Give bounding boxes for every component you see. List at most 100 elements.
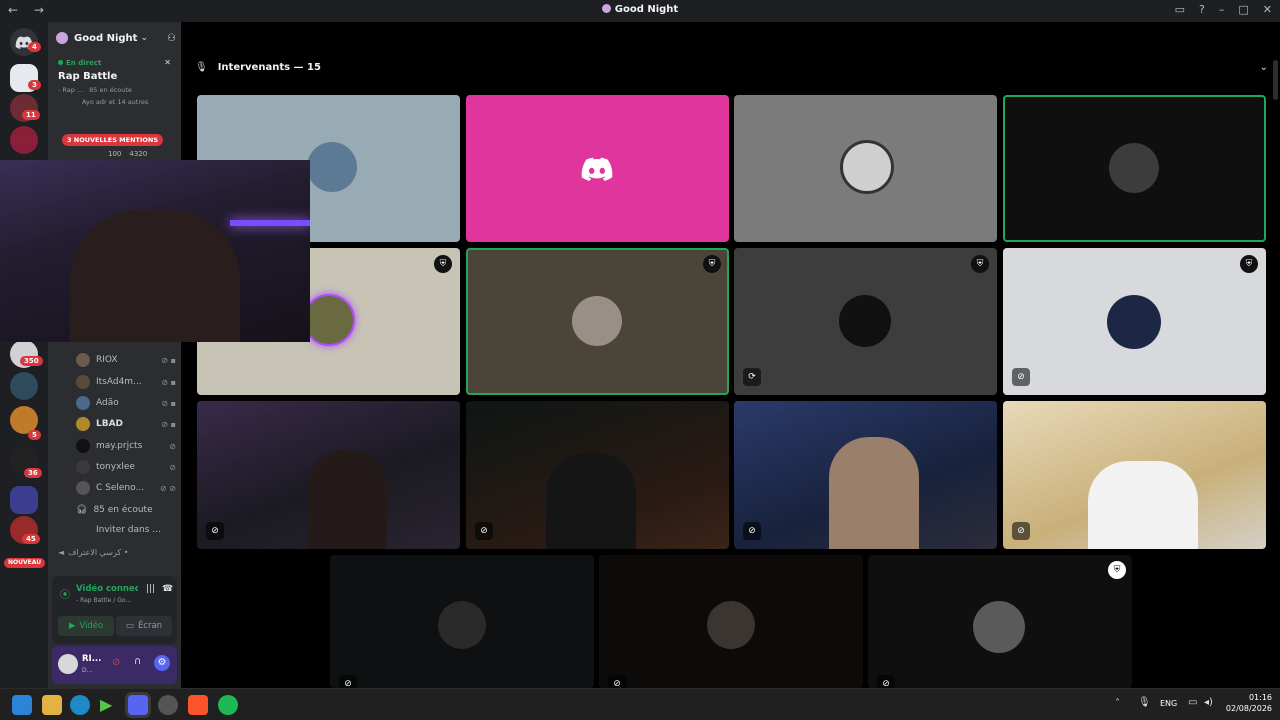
headphones-icon: 🎧︎ [76, 505, 88, 515]
mentions-pill[interactable]: 3 NOUVELLES MENTIONS [62, 134, 164, 146]
server-header[interactable]: Good Night ⌄ ⚇ [56, 29, 176, 47]
video-tile[interactable]: ⊘ [1003, 401, 1266, 549]
avatar [1107, 295, 1161, 349]
play-icon[interactable]: ▶ [100, 695, 120, 715]
speaker-tile[interactable]: ⊘ [330, 555, 594, 688]
inbox-icon[interactable]: ▭ [1175, 3, 1185, 16]
scrollbar[interactable] [1273, 60, 1278, 100]
voice-panel: ⦿ Vidéo connectée - Rap Battle / Go... |… [52, 576, 177, 644]
video-tile[interactable]: ⊘ [197, 401, 460, 549]
spotify-icon[interactable] [218, 695, 238, 715]
member-row[interactable]: RIOX ⊘ ▪ [76, 351, 176, 369]
video-tile[interactable]: ⊘ [466, 401, 729, 549]
person [546, 453, 636, 549]
avatar [973, 601, 1025, 653]
collapse-icon[interactable]: ⌄ [1260, 62, 1268, 73]
live-status: En direct [66, 58, 102, 67]
user-name[interactable]: RI... [82, 654, 101, 664]
tray-chevron-icon[interactable]: ˄ [1115, 698, 1120, 709]
server-3[interactable] [10, 126, 38, 154]
avatar [839, 295, 891, 347]
stage-listeners: 85 en écoute [89, 86, 132, 94]
mute-icon: ⊘ ▪ [161, 419, 176, 429]
server-5[interactable] [10, 372, 38, 400]
stage-channel: - Rap ... [58, 86, 84, 94]
mic-icon: 🎙︎ [195, 62, 208, 73]
speaker-tile[interactable]: ⛨ [466, 248, 729, 395]
chevron-down-icon: ⌄ [140, 33, 148, 43]
settings-icon[interactable]: ⚙ [154, 655, 170, 671]
video-button[interactable]: ▶ Vidéo [58, 616, 114, 636]
volume-icon[interactable]: ◂) [1204, 697, 1213, 708]
speaker-tile[interactable] [1003, 95, 1266, 242]
screen-button[interactable]: ▭ Écran [116, 616, 172, 636]
speaker-tile[interactable]: ⛨ ⊘ [868, 555, 1132, 688]
network-icon[interactable]: ▭ [1188, 697, 1197, 708]
window-title-text: Good Night [614, 4, 679, 15]
pip-neon-light [230, 220, 310, 226]
avatar [1109, 143, 1159, 193]
member-row[interactable]: tonyxlee ⊘ [76, 458, 176, 476]
stats-row: 100 4320 [108, 150, 147, 158]
member-row[interactable]: may.prjcts ⊘ [76, 437, 176, 455]
shield-icon: ⛨ [971, 255, 989, 273]
member-row[interactable]: Adão ⊘ ▪ [76, 394, 176, 412]
time: 01:16 [1248, 693, 1272, 702]
mute-icon: ⊘ [1012, 368, 1030, 386]
headphones-icon[interactable]: ∩ [134, 656, 141, 667]
mute-icon: ⊘ [877, 675, 895, 688]
maximize-button[interactable]: □ [1238, 3, 1248, 16]
live-stage-card[interactable]: En direct ✕ Rap Battle - Rap ... 85 en é… [52, 54, 177, 152]
noise-icon[interactable]: ||| [146, 584, 155, 594]
camera-count: 100 [108, 150, 122, 158]
mic-tray-icon[interactable]: 🎙︎ [1138, 697, 1151, 708]
minimize-button[interactable]: – [1219, 3, 1225, 16]
edge-icon[interactable] [70, 695, 90, 715]
user-count: 4320 [129, 150, 148, 158]
discord-taskbar-icon[interactable] [128, 695, 148, 715]
server-badge: 45 [22, 534, 40, 544]
listening-row: 🎧︎ 85 en écoute [76, 501, 176, 519]
video-label: Vidéo [79, 621, 104, 631]
app-icon[interactable] [158, 695, 178, 715]
language-indicator[interactable]: ENG [1160, 699, 1177, 708]
mute-icon: ⊘ [608, 675, 626, 688]
mute-mic-icon[interactable]: ⊘ [112, 657, 120, 668]
file-explorer-icon[interactable] [42, 695, 62, 715]
disconnect-icon[interactable]: ☎ [162, 584, 173, 594]
member-row[interactable]: LBAD ⊘ ▪ [76, 415, 176, 433]
help-icon[interactable]: ? [1199, 3, 1205, 16]
server-badge: 350 [20, 356, 43, 366]
add-member-icon[interactable]: ⚇ [167, 33, 176, 44]
speaker-tile[interactable]: ⊘ [599, 555, 863, 688]
speaker-tile[interactable]: ⛨ ⟳ [734, 248, 997, 395]
mute-icon: ⊘ [1012, 522, 1030, 540]
avatar [707, 601, 755, 649]
clock[interactable]: 01:16 02/08/2026 [1224, 692, 1272, 714]
close-icon[interactable]: ✕ [164, 58, 171, 67]
member-name: may.prjcts [96, 441, 143, 451]
server-folder[interactable] [10, 486, 38, 514]
arabic-channel[interactable]: ◄ كرسي الاعتراف • [58, 548, 128, 557]
brave-icon[interactable] [188, 695, 208, 715]
avatar [840, 140, 894, 194]
member-name: LBAD [96, 419, 124, 429]
speaker-tile[interactable] [734, 95, 997, 242]
member-row[interactable]: C Seleno... ⊘ ⊘ [76, 479, 176, 497]
voice-status[interactable]: Vidéo connectée [76, 584, 138, 594]
video-tile[interactable]: ⊘ [734, 401, 997, 549]
speaker-tile[interactable] [466, 95, 729, 242]
arabic-channel-name: كرسي الاعتراف • [68, 548, 129, 557]
picture-in-picture[interactable] [0, 160, 310, 342]
screen-icon: ▭ [125, 621, 134, 631]
mute-icon: ⊘ [169, 441, 176, 451]
windows-icon[interactable] [12, 695, 32, 715]
window-controls: ▭ ? – □ ✕ [1175, 3, 1272, 16]
avatar[interactable] [58, 654, 78, 674]
close-button[interactable]: ✕ [1263, 3, 1272, 16]
title-bar: ← → Good Night ▭ ? – □ ✕ [0, 0, 1280, 22]
member-row[interactable]: ItsAd4m... ⊘ ▪ [76, 373, 176, 391]
mute-icon: ⊘ ▪ [161, 398, 176, 408]
speaker-tile[interactable]: ⛨ ⊘ [1003, 248, 1266, 395]
member-name: ItsAd4m... [96, 377, 142, 387]
